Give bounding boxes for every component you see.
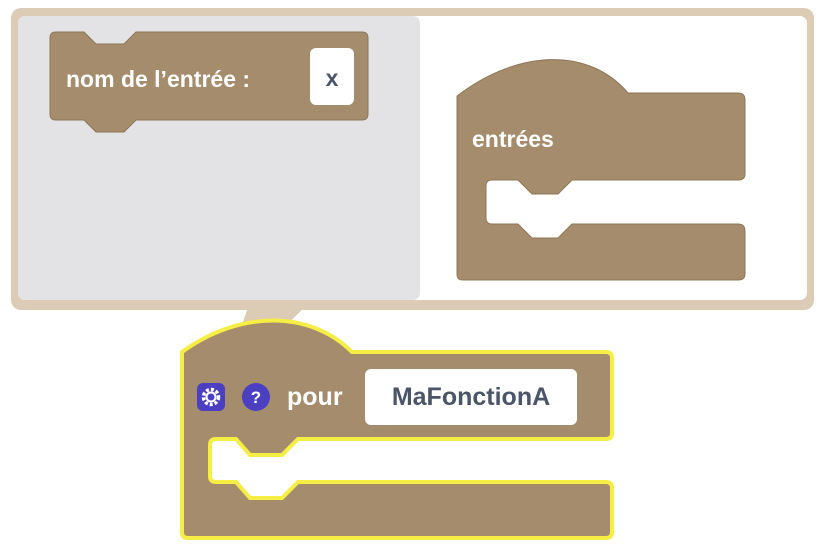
procedure-block[interactable]: ? pour MaFonctionA — [180, 318, 614, 540]
function-name-value: MaFonctionA — [392, 383, 550, 411]
procedure-keyword: pour — [287, 383, 343, 411]
input-name-label: nom de l’entrée : — [66, 66, 250, 92]
question-icon[interactable]: ? — [242, 383, 270, 411]
input-name-value: x — [326, 65, 339, 91]
input-name-field[interactable]: x — [310, 48, 354, 105]
gear-icon[interactable] — [197, 383, 225, 411]
inputs-container-block[interactable]: entrées — [456, 59, 746, 281]
svg-text:?: ? — [251, 388, 261, 407]
inputs-container-label: entrées — [472, 126, 554, 152]
function-name-field[interactable]: MaFonctionA — [365, 369, 577, 425]
input-name-block[interactable]: nom de l’entrée : x — [49, 31, 369, 133]
